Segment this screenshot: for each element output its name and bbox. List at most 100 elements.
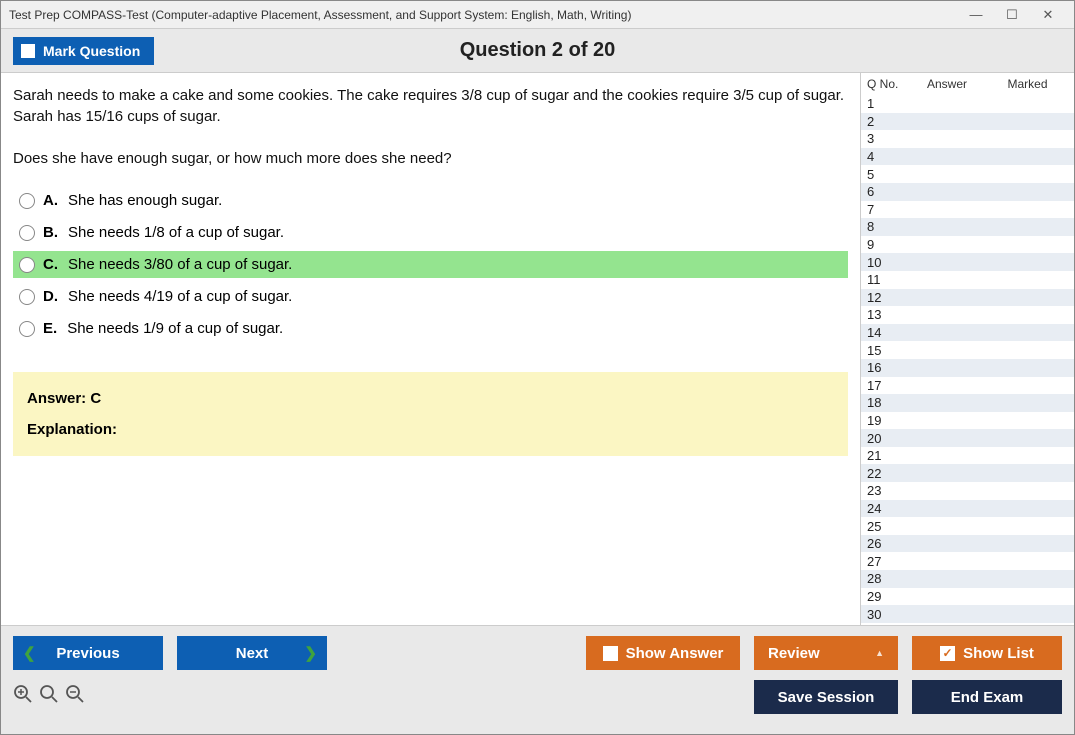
option-a[interactable]: A.She has enough sugar. [13,187,848,214]
question-row[interactable]: 24 [861,500,1074,518]
question-row[interactable]: 5 [861,165,1074,183]
show-answer-button[interactable]: Show Answer [586,636,740,670]
save-session-button[interactable]: Save Session [754,680,898,714]
title-bar: Test Prep COMPASS-Test (Computer-adaptiv… [1,1,1074,29]
question-number: 10 [867,255,907,270]
question-number: 29 [867,589,907,604]
question-number: 12 [867,290,907,305]
question-number: 24 [867,501,907,516]
answer-label: Answer: C [27,390,834,407]
question-row[interactable]: 19 [861,412,1074,430]
question-number: 22 [867,466,907,481]
question-row[interactable]: 21 [861,447,1074,465]
question-row[interactable]: 13 [861,306,1074,324]
question-row[interactable]: 26 [861,535,1074,553]
question-row[interactable]: 6 [861,183,1074,201]
question-counter: Question 2 of 20 [1,39,1074,62]
question-row[interactable]: 12 [861,289,1074,307]
zoom-controls [13,684,85,710]
question-row[interactable]: 9 [861,236,1074,254]
question-row[interactable]: 22 [861,464,1074,482]
question-text: Sarah needs to make a cake and some cook… [13,85,848,169]
question-list-pane: Q No. Answer Marked 12345678910111213141… [860,73,1074,625]
question-number: 26 [867,536,907,551]
option-c[interactable]: C.She needs 3/80 of a cup of sugar. [13,251,848,278]
question-number: 28 [867,571,907,586]
chevron-right-icon: ❯ [304,644,317,662]
question-row[interactable]: 8 [861,218,1074,236]
question-row[interactable]: 20 [861,429,1074,447]
end-exam-button[interactable]: End Exam [912,680,1062,714]
question-row[interactable]: 29 [861,588,1074,606]
question-row[interactable]: 17 [861,377,1074,395]
question-row[interactable]: 2 [861,113,1074,131]
question-row[interactable]: 30 [861,605,1074,623]
maximize-button[interactable]: ☐ [994,3,1030,27]
question-row[interactable]: 10 [861,253,1074,271]
question-pane: Sarah needs to make a cake and some cook… [1,73,860,625]
previous-label: Previous [56,645,119,662]
radio-icon [19,257,35,273]
question-number: 3 [867,131,907,146]
question-row[interactable]: 3 [861,130,1074,148]
question-number: 27 [867,554,907,569]
zoom-reset-icon[interactable] [39,684,59,710]
question-list[interactable]: 1234567891011121314151617181920212223242… [861,95,1074,625]
main-area: Sarah needs to make a cake and some cook… [1,73,1074,625]
header-bar: Mark Question Question 2 of 20 [1,29,1074,73]
question-row[interactable]: 15 [861,341,1074,359]
question-row[interactable]: 7 [861,201,1074,219]
question-number: 5 [867,167,907,182]
radio-icon [19,193,35,209]
checkbox-checked-icon: ✓ [940,646,955,661]
question-row[interactable]: 18 [861,394,1074,412]
show-list-label: Show List [963,645,1034,662]
header-answer: Answer [907,77,987,91]
option-text: She needs 4/19 of a cup of sugar. [68,288,292,305]
minimize-button[interactable]: — [958,3,994,27]
question-row[interactable]: 11 [861,271,1074,289]
next-button[interactable]: Next ❯ [177,636,327,670]
zoom-out-icon[interactable] [65,684,85,710]
question-number: 17 [867,378,907,393]
question-number: 9 [867,237,907,252]
close-button[interactable]: ✕ [1030,3,1066,27]
explanation-label: Explanation: [27,421,834,438]
question-row[interactable]: 25 [861,517,1074,535]
option-text: She has enough sugar. [68,192,222,209]
question-number: 7 [867,202,907,217]
question-number: 15 [867,343,907,358]
end-exam-label: End Exam [951,689,1024,706]
radio-icon [19,289,35,305]
triangle-up-icon: ▲ [875,648,884,658]
question-row[interactable]: 1 [861,95,1074,113]
option-e[interactable]: E.She needs 1/9 of a cup of sugar. [13,315,848,342]
question-row[interactable]: 28 [861,570,1074,588]
question-number: 11 [867,272,907,287]
show-list-button[interactable]: ✓ Show List [912,636,1062,670]
options-list: A.She has enough sugar. B.She needs 1/8 o… [13,187,848,342]
checkbox-icon [603,646,618,661]
question-number: 21 [867,448,907,463]
question-number: 2 [867,114,907,129]
question-row[interactable]: 14 [861,324,1074,342]
question-row[interactable]: 16 [861,359,1074,377]
option-d[interactable]: D.She needs 4/19 of a cup of sugar. [13,283,848,310]
zoom-in-icon[interactable] [13,684,33,710]
option-b[interactable]: B.She needs 1/8 of a cup of sugar. [13,219,848,246]
question-number: 20 [867,431,907,446]
question-number: 30 [867,607,907,622]
window-title: Test Prep COMPASS-Test (Computer-adaptiv… [9,8,631,22]
mark-question-button[interactable]: Mark Question [13,37,154,65]
previous-button[interactable]: ❮ Previous [13,636,163,670]
question-number: 14 [867,325,907,340]
question-row[interactable]: 4 [861,148,1074,166]
question-row[interactable]: 27 [861,552,1074,570]
radio-icon [19,321,35,337]
question-row[interactable]: 23 [861,482,1074,500]
review-button[interactable]: Review ▲ [754,636,898,670]
question-number: 19 [867,413,907,428]
save-session-label: Save Session [778,689,875,706]
question-list-header: Q No. Answer Marked [861,73,1074,95]
question-number: 16 [867,360,907,375]
